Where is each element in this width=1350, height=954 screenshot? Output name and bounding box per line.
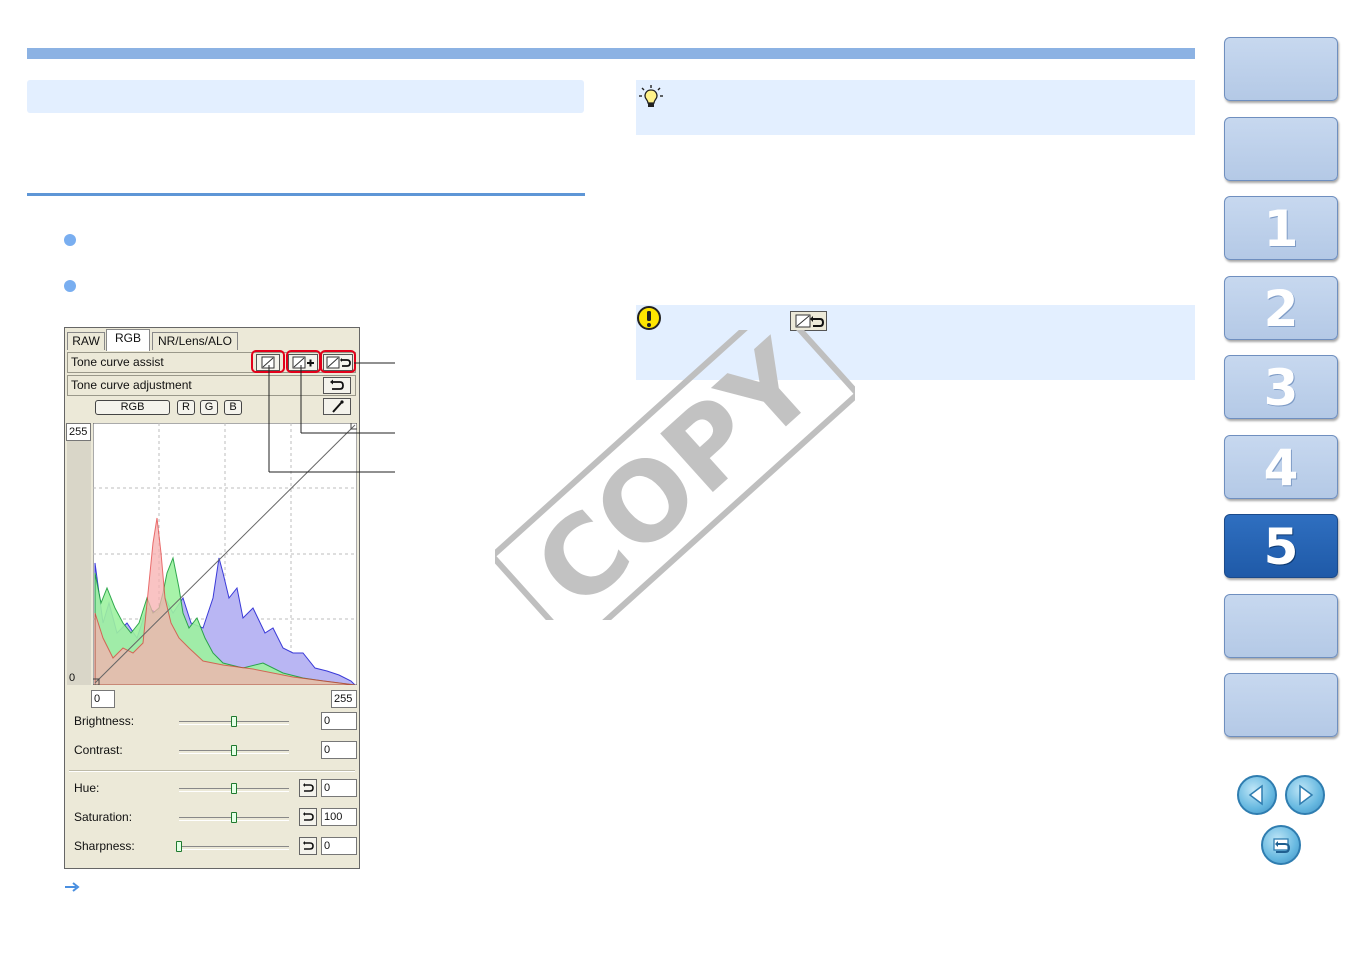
side-tab-bottom-2[interactable] bbox=[1224, 673, 1338, 737]
side-tab-label: 3 bbox=[1263, 359, 1299, 417]
curve-reset-icon bbox=[795, 314, 825, 328]
side-tab-chapter-1[interactable]: 1 bbox=[1224, 196, 1338, 260]
return-button[interactable] bbox=[1261, 825, 1301, 865]
next-page-button[interactable] bbox=[1285, 775, 1325, 815]
caution-icon bbox=[637, 306, 661, 330]
side-tab-chapter-4[interactable]: 4 bbox=[1224, 435, 1338, 499]
slider-value-field[interactable]: 100 bbox=[321, 808, 357, 826]
slider-knob[interactable] bbox=[176, 841, 182, 852]
slider-label: Brightness: bbox=[74, 714, 135, 728]
slider-value-field[interactable]: 0 bbox=[321, 741, 357, 759]
header-accent-bar bbox=[27, 48, 1195, 59]
slider-value-field[interactable]: 0 bbox=[321, 779, 357, 797]
return-icon bbox=[1273, 838, 1291, 853]
slider-divider bbox=[69, 770, 355, 772]
section-heading-bar bbox=[27, 80, 584, 113]
caution-box bbox=[636, 305, 1195, 380]
bullet-point bbox=[64, 234, 76, 246]
bullet-point bbox=[64, 280, 76, 292]
prev-page-icon bbox=[1248, 784, 1263, 806]
side-tab-label: 5 bbox=[1263, 518, 1299, 576]
slider-knob[interactable] bbox=[231, 745, 237, 756]
side-tab-label: 1 bbox=[1263, 200, 1299, 258]
slider-label: Sharpness: bbox=[74, 839, 135, 853]
side-tab-top-1[interactable] bbox=[1224, 37, 1338, 101]
slider-knob[interactable] bbox=[231, 716, 237, 727]
slider-knob[interactable] bbox=[231, 783, 237, 794]
side-tab-label: 2 bbox=[1263, 280, 1299, 338]
undo-arrow-icon bbox=[303, 841, 314, 850]
slider-value-field[interactable]: 0 bbox=[321, 837, 357, 855]
undo-arrow-icon bbox=[303, 783, 314, 792]
slider-reset-button[interactable] bbox=[299, 808, 317, 826]
next-page-icon bbox=[1299, 784, 1314, 806]
slider-reset-button[interactable] bbox=[299, 779, 317, 797]
callout-lines bbox=[268, 362, 395, 473]
side-tab-top-2[interactable] bbox=[1224, 117, 1338, 181]
side-tab-bottom-1[interactable] bbox=[1224, 594, 1338, 658]
slider-reset-button[interactable] bbox=[299, 837, 317, 855]
slider-track[interactable] bbox=[179, 846, 289, 850]
prev-page-button[interactable] bbox=[1237, 775, 1277, 815]
side-tab-label: 4 bbox=[1263, 439, 1299, 497]
arrow-right-icon bbox=[65, 882, 80, 892]
tip-box bbox=[636, 80, 1195, 135]
side-tab-chapter-2[interactable]: 2 bbox=[1224, 276, 1338, 340]
section-divider bbox=[27, 193, 585, 196]
side-tab-chapter-3[interactable]: 3 bbox=[1224, 355, 1338, 419]
slider-value-field[interactable]: 0 bbox=[321, 712, 357, 730]
tone-curve-reset-button-reference bbox=[790, 311, 827, 331]
tip-lightbulb-icon bbox=[639, 85, 663, 107]
slider-knob[interactable] bbox=[231, 812, 237, 823]
undo-arrow-icon bbox=[303, 812, 314, 821]
slider-label: Contrast: bbox=[74, 743, 123, 757]
slider-label: Saturation: bbox=[74, 810, 133, 824]
side-tab-chapter-5[interactable]: 5 bbox=[1224, 514, 1338, 578]
slider-label: Hue: bbox=[74, 781, 100, 795]
